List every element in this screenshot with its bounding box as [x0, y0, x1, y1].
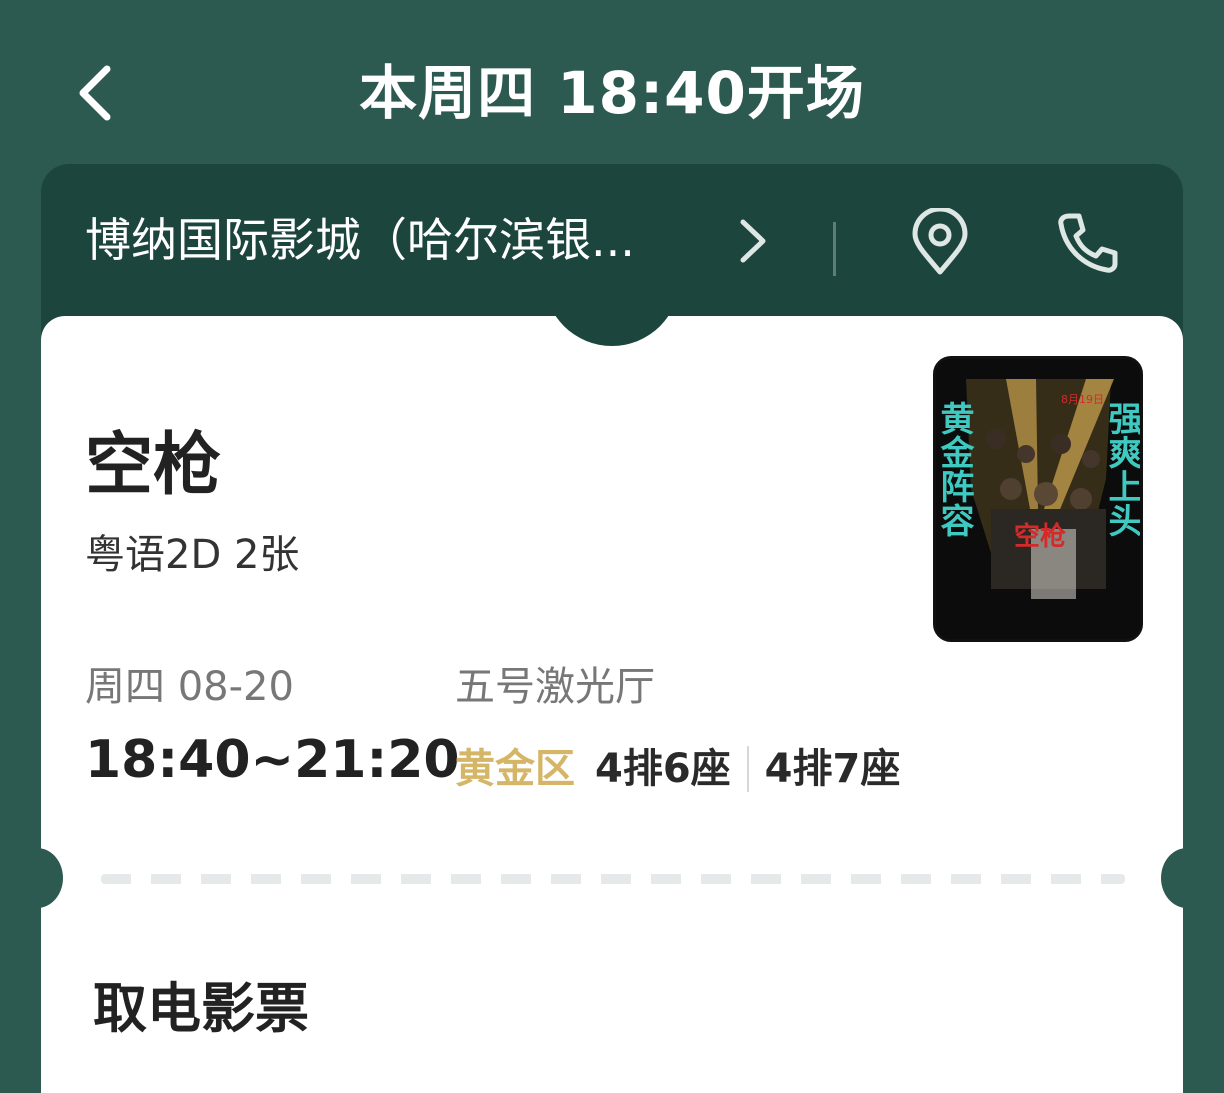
- seat-item: 4排6座: [595, 746, 731, 792]
- divider: [833, 222, 836, 276]
- pickup-section-title: 取电影票: [93, 977, 309, 1040]
- location-button[interactable]: [905, 206, 975, 278]
- ticket-side-notch-left: [11, 848, 63, 908]
- ticket-card: 空枪 粤语2D 2张 8月19日 黄金阵容 强爽上头 空枪 周四 08-20 1…: [11, 270, 1213, 1093]
- poster-right-text: 强爽上头: [1102, 401, 1140, 537]
- show-time: 18:40~21:20: [85, 730, 460, 790]
- cinema-detail-button[interactable]: [731, 216, 775, 266]
- seat-info: 黄金区 4排6座 4排7座: [455, 742, 900, 796]
- page-title: 本周四 18:40开场: [359, 59, 865, 127]
- movie-format: 粤语2D 2张: [85, 532, 300, 578]
- poster-title-text: 空枪: [1014, 521, 1066, 552]
- poster-art: 8月19日 黄金阵容 强爽上头 空枪: [936, 359, 1140, 639]
- top-bar: 本周四 18:40开场: [0, 0, 1224, 170]
- hall-name: 五号激光厅: [455, 664, 655, 710]
- cinema-name[interactable]: 博纳国际影城（哈尔滨银...: [85, 208, 705, 272]
- seat-item: 4排7座: [764, 746, 901, 792]
- ticket-perforation: [101, 874, 1125, 884]
- movie-poster[interactable]: 8月19日 黄金阵容 强爽上头 空枪: [933, 356, 1143, 642]
- seat-divider: [746, 746, 749, 792]
- movie-title: 空枪: [85, 426, 222, 505]
- phone-button[interactable]: [1053, 208, 1123, 278]
- poster-date-text: 8月19日: [1061, 393, 1104, 406]
- seat-zone: 黄金区: [455, 746, 575, 792]
- ticket-notch: [544, 270, 680, 346]
- location-pin-icon: [912, 206, 968, 275]
- phone-icon: [1058, 213, 1118, 273]
- ticket-side-notch-right: [1161, 848, 1213, 908]
- poster-left-text: 黄金阵容: [936, 401, 975, 537]
- show-date: 周四 08-20: [85, 664, 294, 710]
- chevron-right-icon: [740, 219, 766, 263]
